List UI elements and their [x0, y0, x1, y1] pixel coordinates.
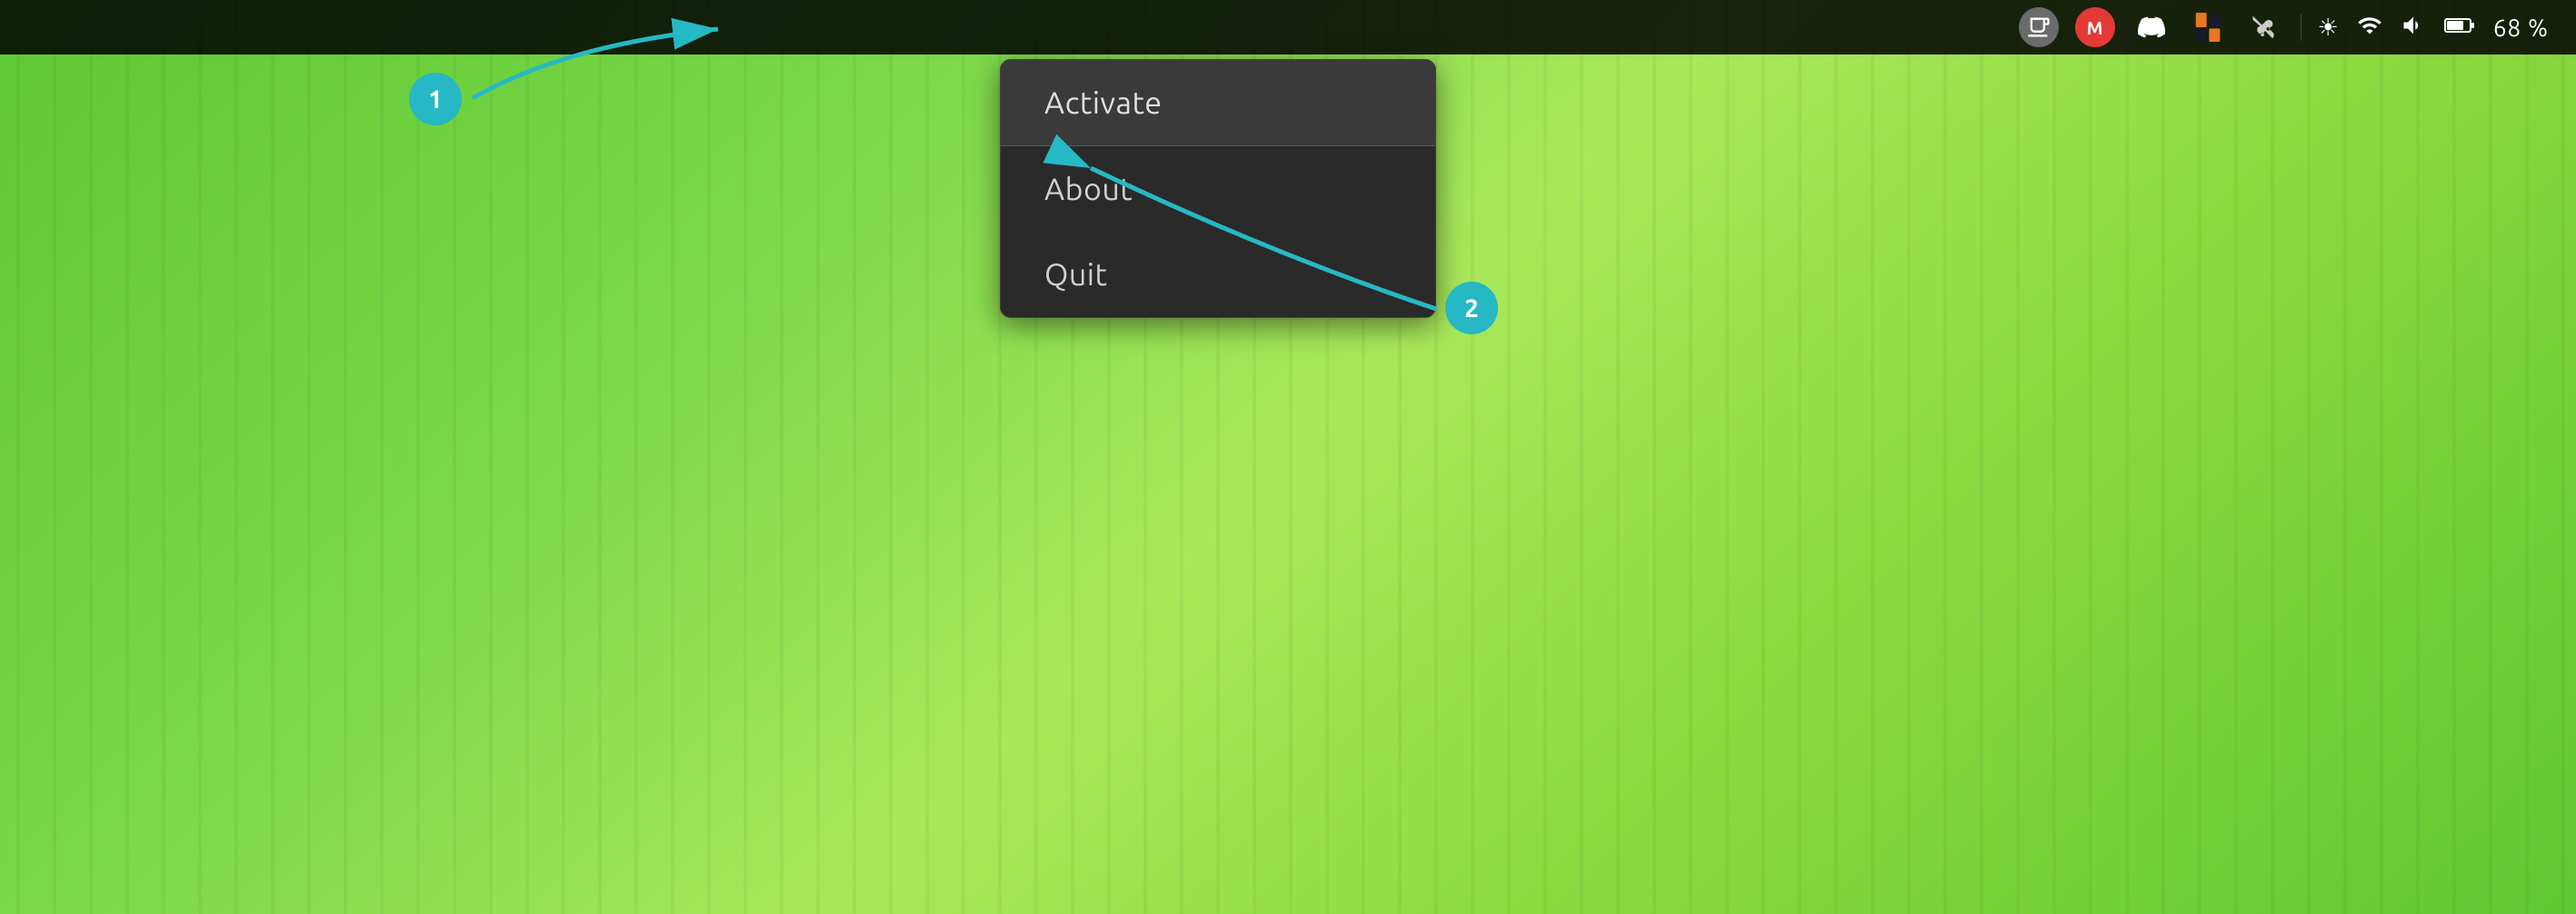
annotation-badge-1: 1 [409, 73, 462, 125]
scissors-tray-icon[interactable] [2244, 7, 2284, 47]
battery-text: 68 % [2493, 15, 2549, 41]
context-menu: Activate About Quit [1000, 59, 1436, 318]
status-icons: ☀ 68 % [2318, 13, 2549, 43]
caffeine-tray-icon[interactable] [2019, 7, 2059, 47]
mega-icon-label: M [2087, 17, 2103, 38]
volume-icon[interactable] [2401, 13, 2426, 43]
battery-icon [2444, 13, 2475, 43]
topbar: M [0, 0, 2576, 55]
activate-menu-item[interactable]: Activate [1001, 60, 1435, 145]
desktop: M [0, 0, 2576, 914]
wifi-icon[interactable] [2357, 13, 2382, 43]
brightness-icon[interactable]: ☀ [2318, 14, 2339, 42]
mega-tray-icon[interactable]: M [2075, 7, 2115, 47]
klokki-tray-icon[interactable] [2188, 7, 2228, 47]
annotation-badge-2: 2 [1445, 282, 1498, 334]
quit-menu-item[interactable]: Quit [1001, 232, 1435, 317]
tray-icons: M [2019, 7, 2549, 47]
about-menu-item[interactable]: About [1001, 146, 1435, 232]
discord-tray-icon[interactable] [2132, 7, 2172, 47]
